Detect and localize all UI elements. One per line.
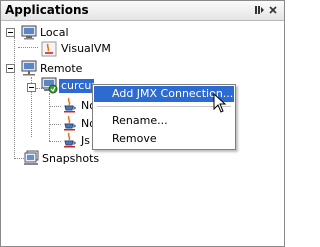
network-computer-icon <box>21 60 37 79</box>
applications-panel: Applications Local VisualVM Remote curcu… <box>0 0 285 247</box>
tree-node-app-3[interactable]: Js <box>81 134 90 148</box>
tree-line <box>49 141 61 142</box>
mouse-cursor-icon <box>213 92 227 118</box>
snapshots-icon <box>23 150 40 169</box>
tree-line <box>49 93 50 141</box>
tree-line <box>49 106 61 107</box>
menu-item-label: Rename... <box>112 114 168 127</box>
tree-node-local[interactable]: Local <box>40 26 69 40</box>
panel-title: Applications <box>5 3 89 17</box>
computer-icon <box>21 25 37 43</box>
tree-node-snapshots[interactable]: Snapshots <box>42 152 99 166</box>
expander-remote[interactable] <box>6 64 15 73</box>
java-app-icon <box>41 41 57 60</box>
close-icon[interactable] <box>267 4 279 16</box>
remote-host-icon <box>41 77 58 97</box>
minimize-icon[interactable] <box>253 4 265 16</box>
panel-titlebar: Applications <box>1 1 284 21</box>
tree-node-visualvm[interactable]: VisualVM <box>61 42 111 56</box>
expander-host[interactable] <box>27 83 36 92</box>
tree-line <box>18 47 38 48</box>
menu-item-remove[interactable]: Remove <box>94 131 234 147</box>
expander-local[interactable] <box>6 28 15 37</box>
tree-node-remote[interactable]: Remote <box>40 62 82 76</box>
menu-item-label: Remove <box>112 132 157 145</box>
java-cup-icon <box>62 97 78 116</box>
tree-line <box>14 37 15 157</box>
tree-node-host[interactable]: curcum <box>59 79 94 93</box>
menu-separator <box>97 106 231 107</box>
java-cup-icon <box>62 132 78 151</box>
tree-line <box>49 124 61 125</box>
